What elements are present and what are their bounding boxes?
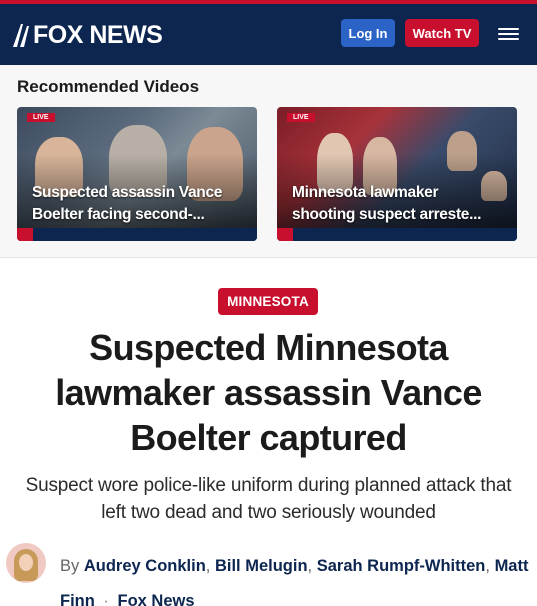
article-subheadline: Suspect wore police-like uniform during … [25, 475, 512, 523]
category-kicker[interactable]: MINNESOTA [218, 288, 318, 315]
video-card-2[interactable]: LIVE Minnesota lawmaker shooting suspect… [277, 107, 517, 241]
site-header: FOX NEWS Log In Watch TV [0, 0, 537, 65]
author-link[interactable]: Audrey Conklin [84, 557, 206, 575]
news-ticker [17, 228, 257, 241]
hamburger-menu-icon[interactable] [498, 28, 519, 40]
header-accent-line [0, 0, 537, 4]
searchlight-icon [13, 24, 29, 47]
fox-news-logo[interactable]: FOX NEWS [11, 20, 163, 50]
section-title: Recommended Videos [17, 77, 200, 96]
author-avatar[interactable] [6, 543, 46, 583]
separator-dot: · [103, 592, 109, 606]
news-ticker [277, 228, 517, 241]
author-link[interactable]: Bill Melugin [215, 557, 308, 575]
source-link[interactable]: Fox News [118, 592, 195, 606]
video-card-1[interactable]: LIVE Suspected assassin Vance Boelter fa… [17, 107, 257, 241]
logo-text: FOX NEWS [33, 21, 163, 49]
article-headline: Suspected Minnesota lawmaker assassin Va… [55, 327, 482, 458]
by-label: By [60, 557, 84, 575]
watch-tv-button[interactable]: Watch TV [405, 19, 479, 47]
byline: By Audrey Conklin, Bill Melugin, Sarah R… [60, 549, 532, 606]
author-link[interactable]: Sarah Rumpf-Whitten [317, 557, 486, 575]
video-caption: Minnesota lawmaker shooting suspect arre… [292, 184, 482, 223]
recommended-videos-section: Recommended Videos LIVE Suspected assass… [0, 65, 537, 258]
video-caption: Suspected assassin Vance Boelter facing … [32, 184, 223, 223]
login-button[interactable]: Log In [341, 19, 395, 47]
